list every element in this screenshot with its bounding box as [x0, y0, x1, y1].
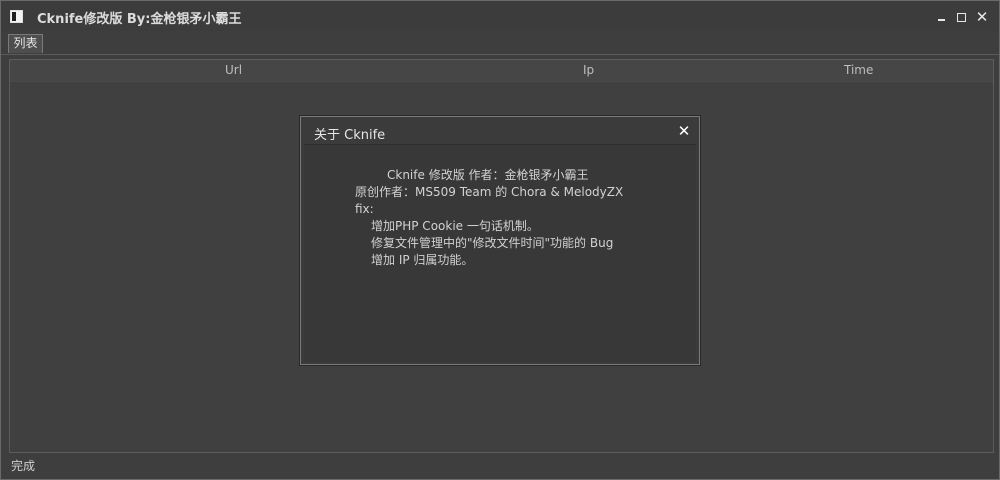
about-line: Cknife 修改版 作者：金枪银矛小霸王	[387, 168, 589, 182]
minimize-button[interactable]	[932, 9, 950, 25]
close-window-button[interactable]: ✕	[973, 9, 991, 25]
dialog-title: 关于 Cknife	[314, 128, 386, 143]
app-window-icon	[10, 10, 23, 23]
dialog-body: Cknife 修改版 作者：金枪银矛小霸王 原创作者：MS509 Team 的 …	[304, 144, 696, 362]
about-dialog: 关于 Cknife ✕ Cknife 修改版 作者：金枪银矛小霸王 原创作者：M…	[300, 116, 700, 365]
about-line: 修复文件管理中的"修改文件时间"功能的 Bug	[371, 236, 614, 250]
column-header-ip[interactable]: Ip	[583, 63, 594, 77]
close-icon: ✕	[677, 122, 691, 140]
status-text: 完成	[11, 459, 36, 473]
about-line: fix:	[355, 202, 374, 216]
column-header-url[interactable]: Url	[225, 63, 242, 77]
about-line: 增加PHP Cookie 一句话机制。	[371, 219, 539, 233]
column-header-time[interactable]: Time	[844, 63, 873, 77]
table-header: Url Ip Time	[10, 60, 993, 82]
about-line: 原创作者：MS509 Team 的 Chora & MelodyZX	[355, 185, 624, 199]
title-bar[interactable]: Cknife修改版 By:金枪银矛小霸王 ✕	[1, 1, 999, 31]
maximize-button[interactable]	[952, 9, 970, 25]
tab-list[interactable]: 列表	[8, 34, 43, 53]
window-title: Cknife修改版 By:金枪银矛小霸王	[37, 12, 242, 27]
about-line: 增加 IP 归属功能。	[371, 253, 474, 267]
dialog-close-button[interactable]: ✕	[676, 123, 692, 139]
status-bar: 完成	[1, 453, 999, 479]
minimize-icon	[937, 19, 945, 21]
close-icon: ✕	[975, 7, 989, 26]
tab-bar: 列表	[1, 32, 999, 55]
maximize-icon	[956, 12, 966, 22]
